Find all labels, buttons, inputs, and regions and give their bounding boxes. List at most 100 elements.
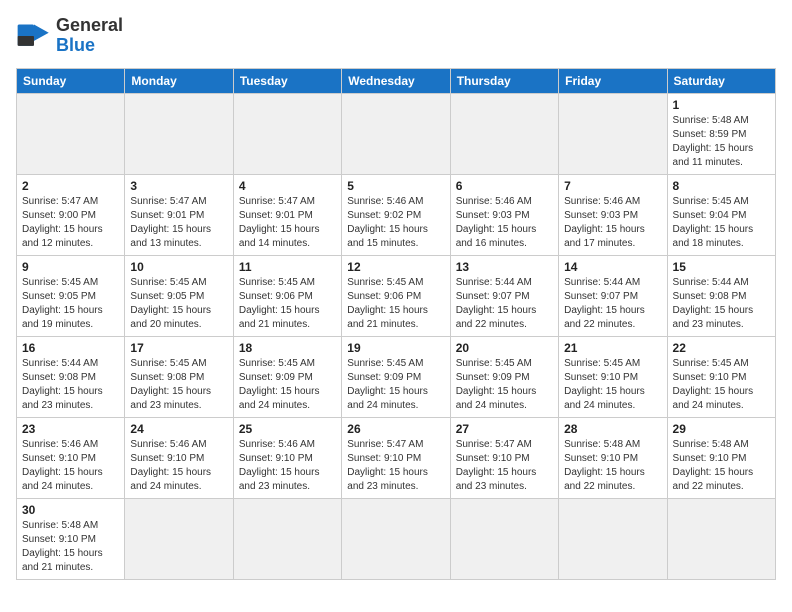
day-number: 29 xyxy=(673,422,770,436)
calendar-cell: 1 Sunrise: 5:48 AM Sunset: 8:59 PM Daylig… xyxy=(667,93,775,174)
weekday-header-saturday: Saturday xyxy=(667,68,775,93)
day-info: Sunrise: 5:45 AM Sunset: 9:05 PM Dayligh… xyxy=(22,276,119,332)
day-number: 18 xyxy=(239,341,336,355)
day-number: 8 xyxy=(673,179,770,193)
day-info: Sunrise: 5:45 AM Sunset: 9:06 PM Dayligh… xyxy=(239,276,336,332)
calendar-cell xyxy=(559,498,667,579)
day-info: Sunrise: 5:44 AM Sunset: 9:08 PM Dayligh… xyxy=(22,357,119,413)
weekday-row: SundayMondayTuesdayWednesdayThursdayFrid… xyxy=(17,68,776,93)
day-info: Sunrise: 5:44 AM Sunset: 9:07 PM Dayligh… xyxy=(564,276,661,332)
calendar-cell: 18 Sunrise: 5:45 AM Sunset: 9:09 PM Dayli… xyxy=(233,336,341,417)
calendar-cell: 7Sunrise: 5:46 AM Sunset: 9:03 PM Daylig… xyxy=(559,174,667,255)
calendar-cell xyxy=(559,93,667,174)
calendar-cell: 25Sunrise: 5:46 AM Sunset: 9:10 PM Dayli… xyxy=(233,417,341,498)
day-info: Sunrise: 5:44 AM Sunset: 9:07 PM Dayligh… xyxy=(456,276,553,332)
day-number: 22 xyxy=(673,341,770,355)
calendar-cell: 28Sunrise: 5:48 AM Sunset: 9:10 PM Dayli… xyxy=(559,417,667,498)
day-number: 15 xyxy=(673,260,770,274)
day-number: 4 xyxy=(239,179,336,193)
calendar-cell: 30 Sunrise: 5:48 AM Sunset: 9:10 PM Dayli… xyxy=(17,498,125,579)
day-info: Sunrise: 5:46 AM Sunset: 9:03 PM Dayligh… xyxy=(564,195,661,251)
day-info: Sunrise: 5:45 AM Sunset: 9:08 PM Dayligh… xyxy=(130,357,227,413)
day-number: 13 xyxy=(456,260,553,274)
weekday-header-thursday: Thursday xyxy=(450,68,558,93)
day-number: 19 xyxy=(347,341,444,355)
calendar-cell: 2Sunrise: 5:47 AM Sunset: 9:00 PM Daylig… xyxy=(17,174,125,255)
day-info: Sunrise: 5:46 AM Sunset: 9:10 PM Dayligh… xyxy=(239,438,336,494)
day-info: Sunrise: 5:46 AM Sunset: 9:03 PM Dayligh… xyxy=(456,195,553,251)
calendar-cell: 22Sunrise: 5:45 AM Sunset: 9:10 PM Dayli… xyxy=(667,336,775,417)
day-number: 24 xyxy=(130,422,227,436)
calendar-cell xyxy=(450,498,558,579)
day-number: 20 xyxy=(456,341,553,355)
day-number: 6 xyxy=(456,179,553,193)
day-info: Sunrise: 5:45 AM Sunset: 9:05 PM Dayligh… xyxy=(130,276,227,332)
calendar-cell: 17Sunrise: 5:45 AM Sunset: 9:08 PM Dayli… xyxy=(125,336,233,417)
calendar-cell xyxy=(667,498,775,579)
day-info: Sunrise: 5:45 AM Sunset: 9:09 PM Dayligh… xyxy=(456,357,553,413)
calendar-cell xyxy=(342,498,450,579)
day-info: Sunrise: 5:47 AM Sunset: 9:00 PM Dayligh… xyxy=(22,195,119,251)
calendar-cell: 15 Sunrise: 5:44 AM Sunset: 9:08 PM Dayli… xyxy=(667,255,775,336)
calendar-header: SundayMondayTuesdayWednesdayThursdayFrid… xyxy=(17,68,776,93)
calendar-cell: 9 Sunrise: 5:45 AM Sunset: 9:05 PM Daylig… xyxy=(17,255,125,336)
day-number: 11 xyxy=(239,260,336,274)
day-info: Sunrise: 5:47 AM Sunset: 9:10 PM Dayligh… xyxy=(347,438,444,494)
day-number: 14 xyxy=(564,260,661,274)
day-number: 5 xyxy=(347,179,444,193)
calendar-cell: 14 Sunrise: 5:44 AM Sunset: 9:07 PM Dayli… xyxy=(559,255,667,336)
day-info: Sunrise: 5:46 AM Sunset: 9:02 PM Dayligh… xyxy=(347,195,444,251)
calendar-week-1: 1 Sunrise: 5:48 AM Sunset: 8:59 PM Daylig… xyxy=(17,93,776,174)
calendar-cell xyxy=(233,498,341,579)
calendar-week-5: 23 Sunrise: 5:46 AM Sunset: 9:10 PM Dayli… xyxy=(17,417,776,498)
calendar-cell: 29 Sunrise: 5:48 AM Sunset: 9:10 PM Dayli… xyxy=(667,417,775,498)
day-number: 26 xyxy=(347,422,444,436)
calendar-cell: 26 Sunrise: 5:47 AM Sunset: 9:10 PM Dayli… xyxy=(342,417,450,498)
calendar-cell: 13 Sunrise: 5:44 AM Sunset: 9:07 PM Dayli… xyxy=(450,255,558,336)
calendar-cell: 21Sunrise: 5:45 AM Sunset: 9:10 PM Dayli… xyxy=(559,336,667,417)
calendar-cell: 20 Sunrise: 5:45 AM Sunset: 9:09 PM Dayli… xyxy=(450,336,558,417)
calendar-body: 1 Sunrise: 5:48 AM Sunset: 8:59 PM Daylig… xyxy=(17,93,776,579)
day-number: 1 xyxy=(673,98,770,112)
day-info: Sunrise: 5:47 AM Sunset: 9:10 PM Dayligh… xyxy=(456,438,553,494)
calendar-cell: 6 Sunrise: 5:46 AM Sunset: 9:03 PM Daylig… xyxy=(450,174,558,255)
calendar-cell: 10 Sunrise: 5:45 AM Sunset: 9:05 PM Dayli… xyxy=(125,255,233,336)
calendar-cell: 16Sunrise: 5:44 AM Sunset: 9:08 PM Dayli… xyxy=(17,336,125,417)
page-header: GeneralBlue xyxy=(16,16,776,56)
day-info: Sunrise: 5:45 AM Sunset: 9:04 PM Dayligh… xyxy=(673,195,770,251)
weekday-header-wednesday: Wednesday xyxy=(342,68,450,93)
day-number: 27 xyxy=(456,422,553,436)
day-info: Sunrise: 5:44 AM Sunset: 9:08 PM Dayligh… xyxy=(673,276,770,332)
calendar-cell: 4 Sunrise: 5:47 AM Sunset: 9:01 PM Daylig… xyxy=(233,174,341,255)
day-info: Sunrise: 5:45 AM Sunset: 9:06 PM Dayligh… xyxy=(347,276,444,332)
calendar-cell xyxy=(450,93,558,174)
day-number: 30 xyxy=(22,503,119,517)
day-info: Sunrise: 5:48 AM Sunset: 9:10 PM Dayligh… xyxy=(564,438,661,494)
weekday-header-sunday: Sunday xyxy=(17,68,125,93)
day-info: Sunrise: 5:47 AM Sunset: 9:01 PM Dayligh… xyxy=(239,195,336,251)
day-info: Sunrise: 5:45 AM Sunset: 9:09 PM Dayligh… xyxy=(239,357,336,413)
day-number: 12 xyxy=(347,260,444,274)
calendar-cell: 24Sunrise: 5:46 AM Sunset: 9:10 PM Dayli… xyxy=(125,417,233,498)
day-info: Sunrise: 5:46 AM Sunset: 9:10 PM Dayligh… xyxy=(22,438,119,494)
logo: GeneralBlue xyxy=(16,16,123,56)
day-number: 23 xyxy=(22,422,119,436)
calendar-week-3: 9 Sunrise: 5:45 AM Sunset: 9:05 PM Daylig… xyxy=(17,255,776,336)
calendar-cell xyxy=(17,93,125,174)
calendar-table: SundayMondayTuesdayWednesdayThursdayFrid… xyxy=(16,68,776,580)
calendar-cell: 11 Sunrise: 5:45 AM Sunset: 9:06 PM Dayli… xyxy=(233,255,341,336)
calendar-cell: 12 Sunrise: 5:45 AM Sunset: 9:06 PM Dayli… xyxy=(342,255,450,336)
calendar-week-6: 30 Sunrise: 5:48 AM Sunset: 9:10 PM Dayli… xyxy=(17,498,776,579)
day-number: 9 xyxy=(22,260,119,274)
day-info: Sunrise: 5:48 AM Sunset: 9:10 PM Dayligh… xyxy=(22,519,119,575)
calendar-cell: 23 Sunrise: 5:46 AM Sunset: 9:10 PM Dayli… xyxy=(17,417,125,498)
weekday-header-friday: Friday xyxy=(559,68,667,93)
day-info: Sunrise: 5:48 AM Sunset: 9:10 PM Dayligh… xyxy=(673,438,770,494)
logo-icon xyxy=(16,18,52,54)
day-number: 21 xyxy=(564,341,661,355)
day-info: Sunrise: 5:48 AM Sunset: 8:59 PM Dayligh… xyxy=(673,114,770,170)
day-info: Sunrise: 5:47 AM Sunset: 9:01 PM Dayligh… xyxy=(130,195,227,251)
calendar-week-2: 2Sunrise: 5:47 AM Sunset: 9:00 PM Daylig… xyxy=(17,174,776,255)
day-number: 10 xyxy=(130,260,227,274)
calendar-cell xyxy=(342,93,450,174)
